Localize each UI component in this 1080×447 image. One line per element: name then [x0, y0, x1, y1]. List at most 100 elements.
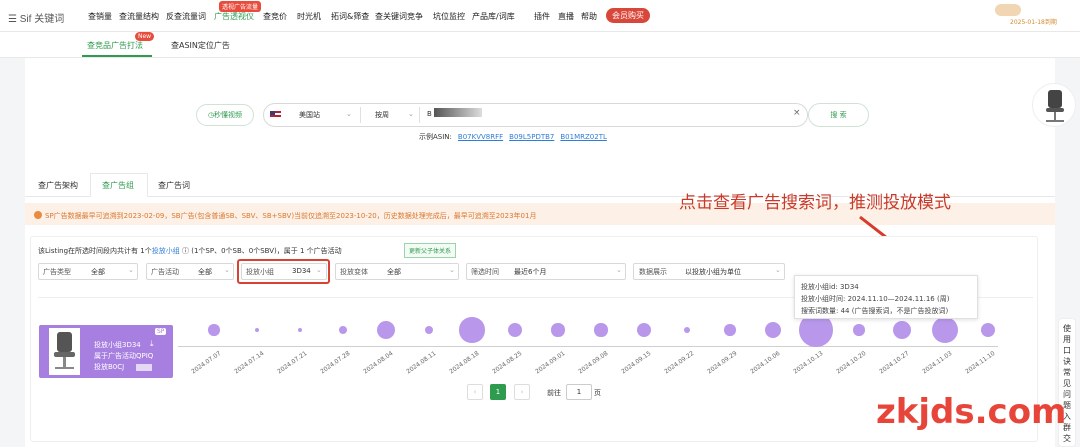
asin-input[interactable]: B: [427, 110, 432, 118]
tab-ad-structure[interactable]: 查广告架构: [38, 180, 78, 191]
filter-label: 广告活动: [151, 268, 179, 276]
asin-redacted: [434, 108, 482, 117]
example-asin-link[interactable]: B09L5PDTB7: [509, 133, 554, 141]
help-icon[interactable]: ⓘ: [180, 247, 189, 255]
search-box[interactable]: [263, 103, 808, 127]
side-help-char: 见: [1063, 379, 1071, 388]
update-parent-child-button[interactable]: 更新父子体关系: [404, 243, 457, 258]
ad-group-link[interactable]: 投放小组: [152, 247, 180, 255]
logo[interactable]: ☰ Sif 关键词: [8, 10, 64, 25]
subtab-asin-ads[interactable]: 查ASIN定位广告: [171, 40, 230, 51]
divider: [419, 107, 420, 123]
tab-ad-keyword[interactable]: 查广告词: [158, 180, 190, 191]
example-asin-link[interactable]: B07KVV8RFF: [458, 133, 503, 141]
filter-label: 广告类型: [43, 268, 71, 276]
expire-date: 2025-01-18到期: [1010, 19, 1057, 26]
logo-text: Sif 关键词: [19, 14, 65, 25]
pager-next[interactable]: ›: [514, 384, 530, 400]
subtab-competitor-ads[interactable]: 查竞品广告打法: [87, 40, 143, 51]
timeline-bubble[interactable]: [459, 317, 485, 343]
nav-item-slot-monitor[interactable]: 坑位监控: [433, 11, 465, 22]
side-help-char: 诀: [1063, 357, 1071, 366]
sp-badge: SP: [155, 328, 167, 335]
group-name: 投放小组3D34: [94, 341, 141, 349]
page-suffix: 页: [594, 389, 601, 397]
example-asin-link[interactable]: B01MRZ02TL: [560, 133, 607, 141]
goto-label: 前往: [547, 389, 561, 397]
tab-ad-group[interactable]: 查广告组: [102, 180, 134, 191]
filter-value: 全部: [91, 268, 105, 276]
nav-item-reverse-keyword[interactable]: 反查流量词: [166, 11, 206, 22]
sub-nav: 查竞品广告打法 New 查ASIN定位广告: [0, 32, 1080, 58]
filter-value: 全部: [387, 268, 401, 276]
nav-item-timemachine[interactable]: 时光机: [297, 11, 321, 22]
search-button[interactable]: 搜 索: [808, 103, 869, 127]
new-badge: New: [135, 32, 155, 41]
nav-item-ad-insight[interactable]: 广告透视仪: [214, 11, 254, 22]
group-asin: 投放B0CJ: [94, 363, 125, 371]
timeline-bubble[interactable]: [208, 324, 220, 336]
menu-icon[interactable]: ☰: [8, 14, 20, 25]
annotation-text: 点击查看广告搜索词，推测投放模式: [679, 193, 951, 213]
chevron-down-icon: ⌄: [224, 266, 230, 274]
user-avatar[interactable]: [995, 4, 1021, 16]
site-select[interactable]: 美国站: [299, 110, 320, 120]
nav-item-live[interactable]: 直播: [558, 11, 574, 22]
filter-label: 数据展示: [639, 268, 667, 276]
subtab-underline: [82, 55, 152, 57]
pager-prev[interactable]: ‹: [467, 384, 483, 400]
side-help-char: 使: [1063, 324, 1071, 333]
nav-item-expand-words[interactable]: 拓词&筛查: [331, 11, 369, 22]
notice-text: SP广告数据最早可追溯到2023-02-09，SB广告(包含普通SB、SBV、S…: [45, 212, 537, 220]
asin-redacted: [136, 364, 152, 371]
tooltip-line: 投放小组时间: 2024.11.10—2024.11.16 (周): [801, 295, 950, 303]
nav-item-sales[interactable]: 查销量: [88, 11, 112, 22]
summary-text: 该Listing在所选时间段内共计有 1个投放小组 ⓘ (1个SP、0个SB、0…: [38, 247, 342, 255]
chevron-down-icon[interactable]: ⌄: [346, 110, 352, 118]
side-help-char: 口: [1063, 346, 1071, 355]
tooltip-line: 投放小组id: 3D34: [801, 283, 859, 291]
nav-item-product-library[interactable]: 产品库/词库: [472, 11, 515, 22]
nav-item-plugin[interactable]: 插件: [534, 11, 550, 22]
top-nav: ☰ Sif 关键词 查销量 查流量结构 反查流量词 透视广告流量 广告透视仪 查…: [0, 0, 1080, 32]
side-help-char: 常: [1063, 368, 1071, 377]
filter-value: 以投放小组为单位: [685, 268, 741, 276]
nav-item-keyword-competition[interactable]: 查关键词竞争: [375, 11, 423, 22]
period-select[interactable]: 按周: [375, 110, 389, 120]
chevron-down-icon: ⌄: [128, 266, 134, 274]
pager-page[interactable]: 1: [490, 384, 506, 400]
filter-value: 最近6个月: [514, 268, 547, 276]
example-asins: 示例ASIN: B07KVV8RFF B09L5PDTB7 B01MRZ02TL: [419, 133, 607, 141]
group-campaign: 属于广告活动QPIQ: [94, 352, 154, 360]
download-icon[interactable]: ⤓: [150, 339, 154, 349]
side-help-char: 用: [1063, 335, 1071, 344]
chevron-down-icon: ⌄: [616, 266, 622, 274]
product-image: [49, 328, 80, 375]
timeline-bubble[interactable]: [551, 323, 565, 337]
vip-button[interactable]: 会员购买: [606, 8, 650, 23]
timeline-bubble[interactable]: [853, 324, 865, 336]
product-thumbnail[interactable]: [1032, 83, 1076, 127]
chair-icon: [54, 332, 75, 369]
timeline-bubble[interactable]: [338, 325, 348, 335]
timeline-bubble[interactable]: [724, 324, 736, 336]
chevron-down-icon: ⌄: [449, 266, 455, 274]
side-help-char: 交: [1063, 434, 1071, 443]
filter-label: 筛选时间: [471, 268, 499, 276]
nav-item-bid[interactable]: 查竞价: [263, 11, 287, 22]
filter-label: 投放变体: [340, 268, 368, 276]
info-icon: [34, 211, 42, 219]
goto-input[interactable]: 1: [566, 384, 592, 400]
highlight-box: [237, 259, 330, 284]
chair-icon: [1046, 90, 1064, 122]
timeline-bubble[interactable]: [594, 323, 608, 337]
nav-item-help[interactable]: 帮助: [581, 11, 597, 22]
chevron-down-icon[interactable]: ⌄: [408, 110, 414, 118]
timeline-axis: [178, 346, 998, 347]
chevron-down-icon: ⌄: [775, 266, 781, 274]
nav-item-traffic-structure[interactable]: 查流量结构: [119, 11, 159, 22]
filter-value: 全部: [198, 268, 212, 276]
timeline-bubble[interactable]: [424, 325, 434, 335]
video-button[interactable]: ◷秒懂视频: [196, 104, 254, 126]
clear-icon[interactable]: ×: [793, 108, 801, 118]
